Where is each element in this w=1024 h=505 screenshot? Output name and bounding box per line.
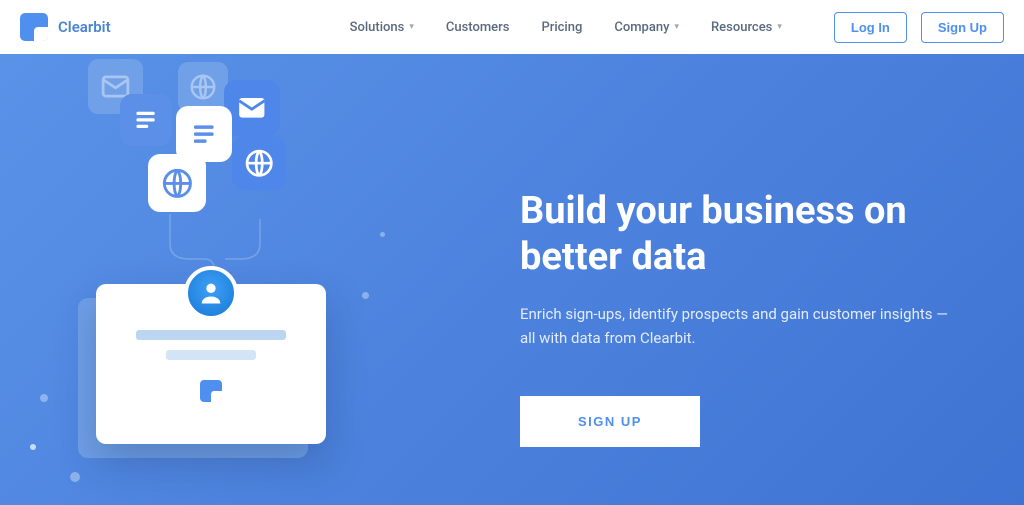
decorative-dot [380,232,385,237]
globe-icon [232,136,286,190]
nav-customers-label: Customers [446,20,510,35]
hero-title: Build your business on better data [520,189,984,280]
login-button[interactable]: Log In [834,12,907,43]
chevron-down-icon: ▾ [409,22,414,32]
document-icon [120,94,172,146]
chevron-down-icon: ▾ [674,22,679,32]
clearbit-logo-icon [200,380,222,402]
nav-pricing[interactable]: Pricing [541,20,582,35]
signup-button[interactable]: Sign Up [921,12,1004,43]
nav-company-label: Company [614,20,669,35]
hero-subtitle: Enrich sign-ups, identify prospects and … [520,302,950,350]
hero-section: Build your business on better data Enric… [0,54,1024,505]
hero-illustration [0,54,430,505]
decorative-dot [40,394,48,402]
brand-link[interactable]: Clearbit [20,13,111,41]
decorative-dot [70,472,80,482]
main-nav: Solutions ▾ Customers Pricing Company ▾ … [350,12,1004,43]
chevron-down-icon: ▾ [777,22,782,32]
decorative-dot [362,292,369,299]
placeholder-line [136,330,286,340]
nav-solutions[interactable]: Solutions ▾ [350,20,414,35]
hero-content: Build your business on better data Enric… [430,54,1024,505]
nav-customers[interactable]: Customers [446,20,510,35]
globe-icon [178,62,228,112]
clearbit-logo-icon [20,13,48,41]
nav-pricing-label: Pricing [541,20,582,35]
nav-company[interactable]: Company ▾ [614,20,679,35]
decorative-dot [30,444,36,450]
hero-signup-button[interactable]: SIGN UP [520,396,700,447]
nav-resources[interactable]: Resources ▾ [711,20,782,35]
profile-card [96,284,326,444]
brand-name: Clearbit [58,18,111,36]
mail-icon [224,80,280,136]
top-nav: Clearbit Solutions ▾ Customers Pricing C… [0,0,1024,54]
nav-resources-label: Resources [711,20,772,35]
avatar-icon [184,266,238,320]
placeholder-line [166,350,256,360]
nav-solutions-label: Solutions [350,20,405,35]
nav-actions: Log In Sign Up [834,12,1004,43]
